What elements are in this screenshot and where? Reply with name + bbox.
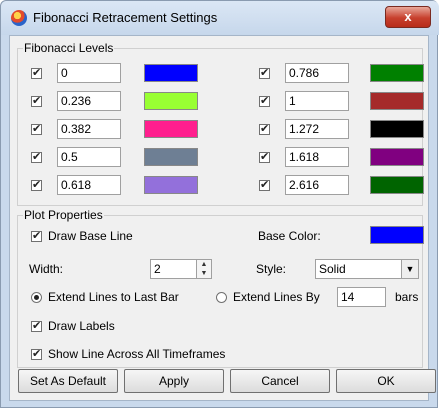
width-value: 2 (154, 262, 161, 276)
width-label: Width: (29, 262, 64, 276)
fibonacci-levels-legend: Fibonacci Levels (24, 41, 114, 55)
fib-level-checkbox[interactable] (259, 94, 270, 107)
cancel-button[interactable]: Cancel (230, 369, 330, 393)
fib-level-checkbox[interactable] (31, 178, 42, 191)
draw-base-line-label: Draw Base Line (48, 229, 133, 243)
draw-base-line-checkbox[interactable] (31, 229, 42, 242)
bars-label: bars (395, 290, 419, 304)
fib-level-color-swatch[interactable] (370, 64, 424, 82)
plot-properties-legend: Plot Properties (24, 208, 103, 222)
close-button[interactable]: x (385, 6, 431, 28)
dialog-body: Fibonacci Levels 0 0.236 0.382 0.5 0.618 0.78… (9, 35, 429, 401)
fib-level-checkbox[interactable] (259, 122, 270, 135)
fib-level-checkbox[interactable] (31, 122, 42, 135)
fib-level-color-swatch[interactable] (370, 92, 424, 110)
fib-level-color-swatch[interactable] (144, 64, 198, 82)
set-as-default-button[interactable]: Set As Default (18, 369, 118, 393)
ok-button[interactable]: OK (336, 369, 436, 393)
fib-level-color-swatch[interactable] (144, 120, 198, 138)
fib-level-input[interactable]: 0.236 (57, 91, 121, 111)
extend-to-last-bar-radio[interactable] (31, 292, 42, 303)
width-spinner[interactable]: 2 ▲ ▼ (150, 259, 212, 279)
show-all-timeframes-label: Show Line Across All Timeframes (48, 347, 226, 361)
fib-level-color-swatch[interactable] (144, 148, 198, 166)
fib-level-color-swatch[interactable] (370, 148, 424, 166)
fib-level-input[interactable]: 0 (57, 63, 121, 83)
fib-level-input[interactable]: 0.786 (285, 63, 349, 83)
extend-lines-by-label: Extend Lines By (233, 290, 320, 304)
fib-level-input[interactable]: 1.272 (285, 119, 349, 139)
fib-level-checkbox[interactable] (31, 94, 42, 107)
fib-level-input[interactable]: 1 (285, 91, 349, 111)
extend-to-last-bar-label: Extend Lines to Last Bar (48, 290, 179, 304)
settings-dialog: Fibonacci Retracement Settings x Fibonac… (0, 0, 439, 408)
extend-lines-by-radio[interactable] (216, 292, 227, 303)
app-icon (11, 10, 27, 26)
fib-level-checkbox[interactable] (31, 150, 42, 163)
spin-up-icon[interactable]: ▲ (197, 260, 211, 269)
fib-level-color-swatch[interactable] (144, 176, 198, 194)
fib-level-input[interactable]: 0.5 (57, 147, 121, 167)
fib-level-input[interactable]: 2.616 (285, 175, 349, 195)
style-dropdown[interactable]: Solid ▼ (315, 259, 419, 279)
fib-level-input[interactable]: 1.618 (285, 147, 349, 167)
fib-level-color-swatch[interactable] (370, 176, 424, 194)
fib-level-input[interactable]: 0.382 (57, 119, 121, 139)
width-spin-buttons[interactable]: ▲ ▼ (196, 260, 211, 278)
fib-level-input[interactable]: 0.618 (57, 175, 121, 195)
fib-level-color-swatch[interactable] (144, 92, 198, 110)
draw-labels-checkbox[interactable] (31, 319, 42, 332)
fib-level-color-swatch[interactable] (370, 120, 424, 138)
apply-button[interactable]: Apply (124, 369, 224, 393)
spin-down-icon[interactable]: ▼ (197, 269, 211, 278)
draw-labels-label: Draw Labels (48, 319, 115, 333)
extend-bars-input[interactable]: 14 (337, 287, 386, 307)
base-color-label: Base Color: (258, 229, 321, 243)
window-title: Fibonacci Retracement Settings (33, 10, 218, 25)
fib-level-checkbox[interactable] (259, 178, 270, 191)
show-all-timeframes-checkbox[interactable] (31, 347, 42, 360)
fib-level-checkbox[interactable] (259, 150, 270, 163)
style-label: Style: (256, 262, 287, 276)
fib-level-checkbox[interactable] (259, 66, 270, 79)
style-value: Solid (319, 262, 346, 276)
base-color-swatch[interactable] (370, 226, 424, 244)
title-bar[interactable]: Fibonacci Retracement Settings x (1, 1, 439, 35)
fib-level-checkbox[interactable] (31, 66, 42, 79)
chevron-down-icon[interactable]: ▼ (401, 260, 418, 278)
